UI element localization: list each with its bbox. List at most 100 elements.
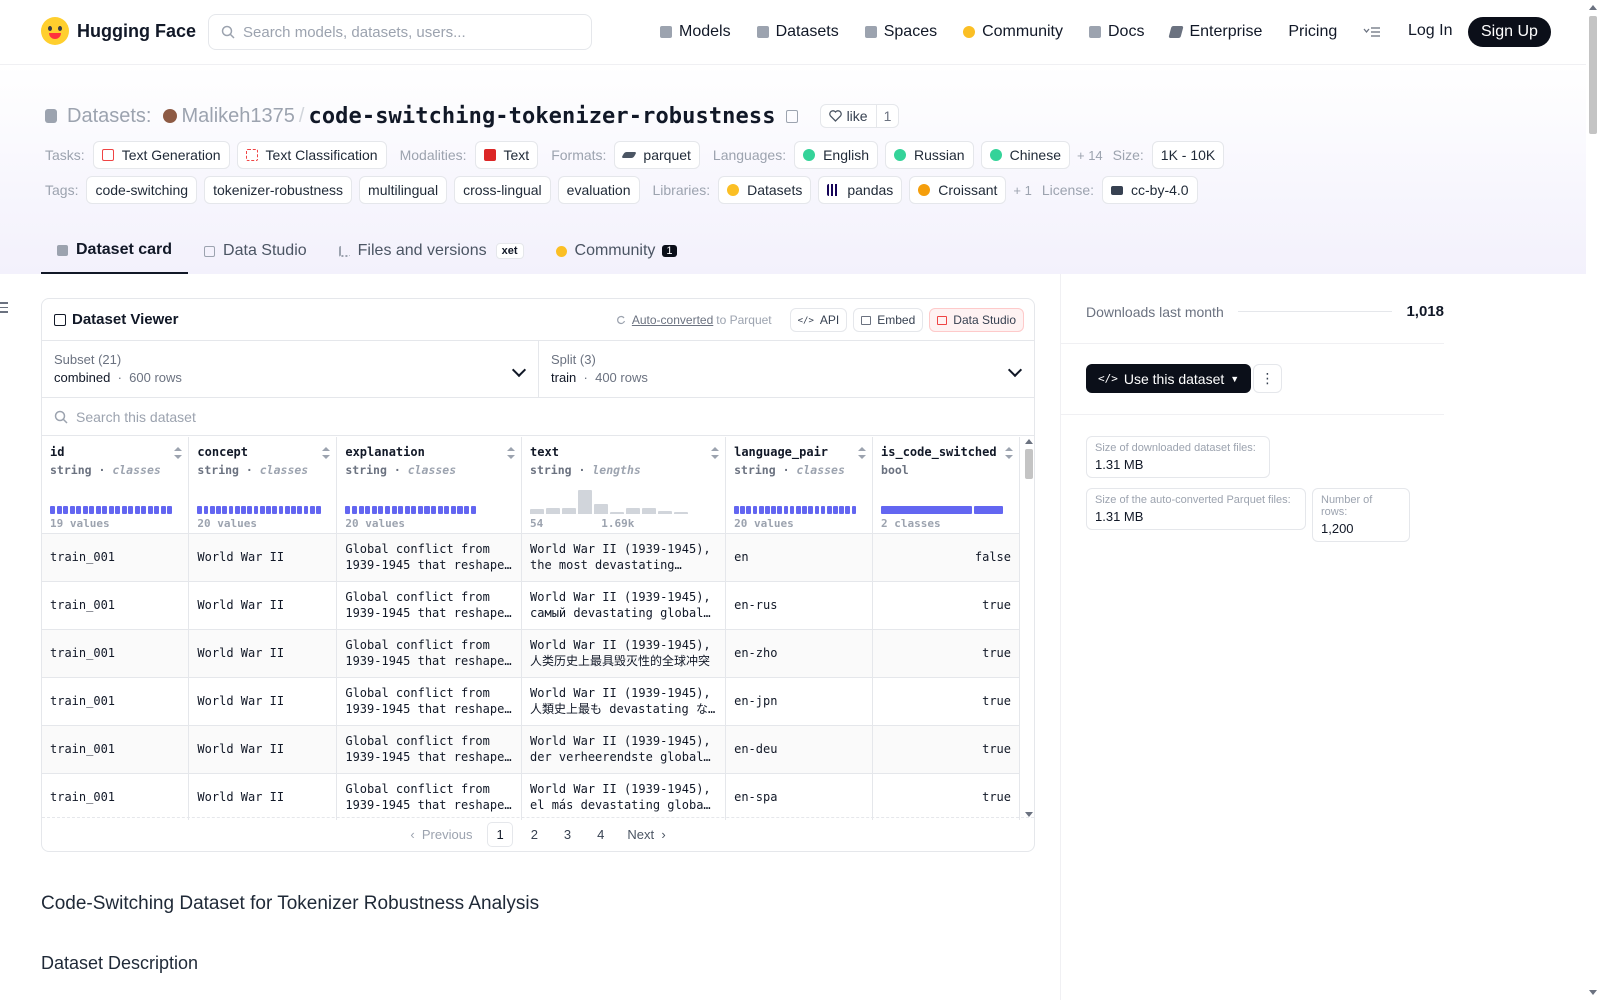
cell-concept[interactable]: World War II <box>188 629 338 678</box>
cell-id[interactable]: train_001 <box>42 677 190 726</box>
table-row[interactable]: train_001 World War II Global conflict fro… <box>42 581 1020 630</box>
column-distribution[interactable] <box>530 484 690 514</box>
class-segment[interactable] <box>777 505 783 514</box>
class-segment[interactable] <box>160 505 166 514</box>
like-count[interactable]: 1 <box>875 105 899 127</box>
cell-explanation[interactable]: Global conflict from 1939-1945 that resh… <box>336 773 523 820</box>
scroll-up-arrow[interactable] <box>1589 5 1597 10</box>
languages-more[interactable]: + 14 <box>1077 148 1103 163</box>
sort-icon[interactable] <box>507 447 516 459</box>
previous-page-button[interactable]: ‹ Previous <box>410 827 472 842</box>
class-segment[interactable] <box>291 505 296 514</box>
class-segment[interactable] <box>973 505 1003 514</box>
class-segment[interactable] <box>424 505 430 514</box>
histogram-bar[interactable] <box>546 507 561 514</box>
column-header[interactable]: is_code_switched bool 2 classes <box>872 437 1020 534</box>
tag-chip[interactable]: tokenizer-robustness <box>204 176 353 204</box>
copy-icon[interactable] <box>785 109 798 123</box>
breadcrumb-section[interactable]: Datasets: <box>67 105 151 128</box>
class-segment[interactable] <box>102 505 108 514</box>
nav-community[interactable]: Community <box>963 23 1063 41</box>
class-segment[interactable] <box>216 505 221 514</box>
nav-enterprise[interactable]: Enterprise <box>1168 23 1262 41</box>
class-segment[interactable] <box>734 505 739 514</box>
class-segment[interactable] <box>808 505 814 514</box>
class-segment[interactable] <box>253 505 259 514</box>
class-segment[interactable] <box>141 505 147 514</box>
cell-is-code-switched[interactable]: false <box>872 533 1020 582</box>
sort-icon[interactable] <box>322 447 331 459</box>
column-header[interactable]: language_pair string · classes 20 values <box>725 437 874 534</box>
size-chip[interactable]: 1K - 10K <box>1151 141 1225 169</box>
cell-id[interactable]: train_001 <box>42 533 190 582</box>
cell-id[interactable]: train_001 <box>42 725 190 774</box>
cell-language-pair[interactable]: en-rus <box>725 581 874 630</box>
class-segment[interactable] <box>303 505 309 514</box>
dataset-search[interactable] <box>42 398 1034 436</box>
column-distribution[interactable] <box>734 484 858 514</box>
class-segment[interactable] <box>795 505 801 514</box>
class-segment[interactable] <box>437 505 443 514</box>
class-segment[interactable] <box>411 505 417 514</box>
class-segment[interactable] <box>746 505 752 514</box>
tag-chip[interactable]: evaluation <box>557 176 640 204</box>
table-row[interactable]: train_001 World War II Global conflict fro… <box>42 533 1020 582</box>
class-segment[interactable] <box>345 505 351 514</box>
cell-concept[interactable]: World War II <box>188 773 338 820</box>
table-row[interactable]: train_001 World War II Global conflict fro… <box>42 677 1020 726</box>
language-chip-english[interactable]: English <box>794 141 879 169</box>
cell-id[interactable]: train_001 <box>42 773 190 820</box>
column-distribution[interactable] <box>197 484 322 514</box>
nav-datasets[interactable]: Datasets <box>756 23 839 41</box>
class-segment[interactable] <box>108 505 114 514</box>
nav-docs[interactable]: Docs <box>1089 23 1144 41</box>
histogram-bar[interactable] <box>578 489 593 514</box>
cell-text[interactable]: World War II (1939-1945), el más devasta… <box>521 773 727 820</box>
cell-id[interactable]: train_001 <box>42 581 190 630</box>
task-chip-text-classification[interactable]: Text Classification <box>236 141 387 169</box>
brand-logo[interactable]: Hugging Face <box>41 17 196 45</box>
cell-explanation[interactable]: Global conflict from 1939-1945 that resh… <box>336 725 523 774</box>
column-header[interactable]: id string · classes 19 values <box>42 437 190 534</box>
nav-pricing[interactable]: Pricing <box>1288 23 1337 41</box>
class-segment[interactable] <box>63 505 69 514</box>
libraries-more[interactable]: + 1 <box>1013 183 1031 198</box>
class-segment[interactable] <box>241 505 246 514</box>
like-button[interactable]: like 1 <box>819 104 900 128</box>
page-button[interactable]: 1 <box>487 822 513 847</box>
language-chip-chinese[interactable]: Chinese <box>980 141 1070 169</box>
task-chip-text-generation[interactable]: Text Generation <box>92 141 230 169</box>
class-segment[interactable] <box>115 505 121 514</box>
tab-dataset-card[interactable]: Dataset card <box>41 228 189 274</box>
class-segment[interactable] <box>765 505 770 514</box>
scroll-thumb[interactable] <box>1589 16 1597 134</box>
class-segment[interactable] <box>50 505 56 514</box>
histogram-bar[interactable] <box>642 508 657 514</box>
owner-avatar[interactable] <box>163 109 178 123</box>
next-page-button[interactable]: Next › <box>627 827 665 842</box>
more-options-button[interactable]: ⋮ <box>1253 364 1282 393</box>
class-segment[interactable] <box>398 505 404 514</box>
class-segment[interactable] <box>95 505 101 514</box>
class-segment[interactable] <box>758 505 764 514</box>
cell-language-pair[interactable]: en <box>725 533 874 582</box>
cell-text[interactable]: World War II (1939-1945), the most devas… <box>521 533 727 582</box>
cell-is-code-switched[interactable]: true <box>872 725 1020 774</box>
class-segment[interactable] <box>121 505 127 514</box>
class-segment[interactable] <box>833 505 838 514</box>
page-button[interactable]: 4 <box>589 823 612 846</box>
tab-files-and-versions[interactable]: Files and versions xet <box>323 228 540 274</box>
language-chip-russian[interactable]: Russian <box>885 141 974 169</box>
cell-language-pair[interactable]: en-spa <box>725 773 874 820</box>
cell-text[interactable]: World War II (1939-1945), самый devastat… <box>521 581 727 630</box>
class-segment[interactable] <box>771 505 776 514</box>
global-search-input[interactable] <box>243 23 563 41</box>
class-segment[interactable] <box>783 505 789 514</box>
class-segment[interactable] <box>464 505 470 514</box>
class-segment[interactable] <box>391 505 397 514</box>
class-segment[interactable] <box>228 505 234 514</box>
class-segment[interactable] <box>365 505 371 514</box>
column-header[interactable]: explanation string · classes 20 values <box>336 437 523 534</box>
cell-is-code-switched[interactable]: true <box>872 629 1020 678</box>
scroll-up-arrow[interactable] <box>1025 439 1033 444</box>
